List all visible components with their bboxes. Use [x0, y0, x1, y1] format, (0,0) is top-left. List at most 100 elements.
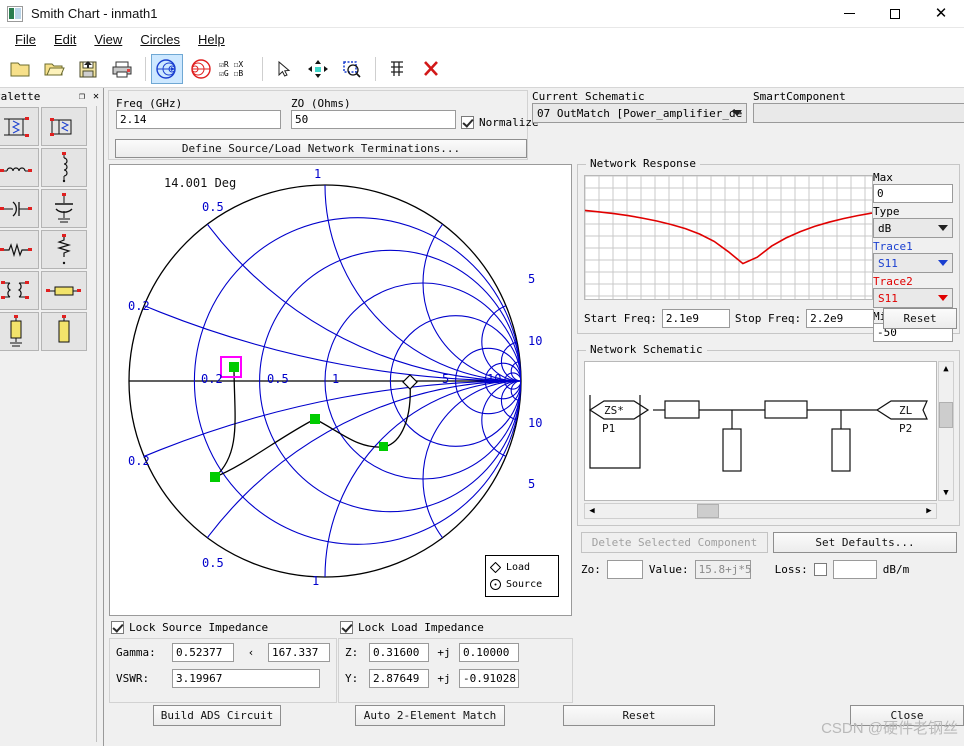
- gamma-angle-input[interactable]: 167.337: [268, 642, 330, 662]
- vswr-input[interactable]: 3.19967: [172, 668, 320, 688]
- maximize-button[interactable]: [872, 0, 918, 28]
- impedance-chart-button[interactable]: [151, 53, 183, 84]
- normalize-group[interactable]: Normalize: [461, 116, 539, 129]
- freq-input[interactable]: 2.14: [116, 110, 281, 129]
- trajectory-marker[interactable]: [310, 414, 320, 424]
- svg-text:0.2: 0.2: [201, 372, 223, 386]
- type-select[interactable]: dB: [873, 218, 953, 238]
- palette-item-series-transmission-line[interactable]: [41, 271, 87, 310]
- palette-item-shunt-stub-open[interactable]: [41, 312, 87, 351]
- y-imag-input[interactable]: -0.91028: [459, 668, 519, 688]
- loss-input[interactable]: [832, 560, 877, 579]
- y-real-input[interactable]: 2.87649: [369, 668, 429, 688]
- lock-source-impedance-toggle[interactable]: Lock Source Impedance: [111, 621, 268, 634]
- max-input[interactable]: 0: [873, 184, 953, 203]
- smart-component-select[interactable]: [753, 103, 964, 123]
- stop-freq-input[interactable]: 2.2e9: [806, 309, 875, 328]
- define-terminations-button[interactable]: Define Source/Load Network Terminations.…: [115, 139, 527, 158]
- admittance-chart-button[interactable]: [185, 54, 217, 84]
- scroll-down-icon[interactable]: ▼: [939, 486, 953, 500]
- save-button[interactable]: [72, 54, 104, 84]
- smith-chart-canvas[interactable]: 14.001 Deg 1 1 0.5 0.5 0.2 0.2 0.2 0.5 1…: [109, 164, 572, 616]
- delete-tool-button[interactable]: [415, 54, 447, 84]
- menu-file[interactable]: File: [6, 30, 45, 49]
- admittance-smith-chart-icon: [191, 58, 211, 79]
- palette-item-series-resistor-box[interactable]: [0, 107, 39, 146]
- pan-tool-button[interactable]: [302, 54, 334, 84]
- maximize-icon: [890, 8, 900, 19]
- svg-text:0.5: 0.5: [267, 372, 289, 386]
- trajectory-marker[interactable]: [379, 442, 388, 451]
- palette-item-series-capacitor[interactable]: [0, 189, 39, 228]
- z0-input[interactable]: 50: [291, 110, 456, 129]
- delete-selected-component-button[interactable]: Delete Selected Component: [581, 532, 768, 553]
- svg-text:1: 1: [314, 167, 321, 181]
- rxgb-row-gb[interactable]: ☑G ☐B: [219, 69, 257, 78]
- scroll-left-icon[interactable]: ◀: [585, 504, 599, 518]
- grid-tool-button[interactable]: [381, 54, 413, 84]
- horizontal-scroll-thumb[interactable]: [697, 504, 719, 518]
- palette-item-shunt-resistor-box[interactable]: [41, 107, 87, 146]
- chevron-down-icon: [938, 225, 948, 231]
- select-tool-button[interactable]: [268, 54, 300, 84]
- menu-edit[interactable]: Edit: [45, 30, 85, 49]
- build-ads-circuit-button[interactable]: Build ADS Circuit: [153, 705, 281, 726]
- z-real-input[interactable]: 0.31600: [369, 642, 429, 662]
- lock-load-impedance-toggle[interactable]: Lock Load Impedance: [340, 621, 484, 634]
- palette-item-series-resistor-zigzag[interactable]: [0, 230, 39, 269]
- scroll-right-icon[interactable]: ▶: [922, 504, 936, 518]
- close-window-button[interactable]: ✕: [918, 0, 964, 28]
- menu-help[interactable]: Help: [189, 30, 234, 49]
- scroll-up-icon[interactable]: ▲: [939, 362, 953, 376]
- menu-circles[interactable]: Circles: [131, 30, 189, 49]
- palette-item-shunt-capacitor[interactable]: [41, 189, 87, 228]
- palette-close-button[interactable]: ✕: [89, 89, 103, 103]
- menu-view[interactable]: View: [85, 30, 131, 49]
- normalize-label: Normalize: [479, 116, 539, 129]
- trajectory-marker[interactable]: [210, 472, 220, 482]
- series-capacitor-icon: [0, 200, 32, 217]
- print-button[interactable]: [106, 54, 138, 84]
- zoom-tool-button[interactable]: [336, 54, 368, 84]
- normalize-checkbox[interactable]: [461, 116, 474, 129]
- footer-reset-button[interactable]: Reset: [563, 705, 715, 726]
- gamma-magnitude-input[interactable]: 0.52377: [172, 642, 234, 662]
- palette-panel: Palette ❐ ✕: [0, 88, 104, 746]
- network-schematic-canvas[interactable]: ZS* P1 ZL P2: [584, 361, 937, 501]
- vertical-scroll-thumb[interactable]: [939, 402, 953, 428]
- response-reset-button[interactable]: Reset: [883, 308, 958, 329]
- palette-item-shunt-inductor[interactable]: [41, 148, 87, 187]
- trace2-select[interactable]: S11: [873, 288, 953, 308]
- zoom-region-icon: [343, 60, 361, 78]
- component-value-input[interactable]: 15.8+j*5: [694, 560, 752, 579]
- network-response-plot[interactable]: [584, 175, 873, 300]
- open-file-button[interactable]: [38, 54, 70, 84]
- lock-source-checkbox[interactable]: [111, 621, 124, 634]
- schematic-horizontal-scrollbar[interactable]: ◀ ▶: [584, 503, 937, 519]
- lock-load-checkbox[interactable]: [340, 621, 353, 634]
- zo-input[interactable]: [606, 560, 643, 579]
- auto-2-element-match-button[interactable]: Auto 2-Element Match: [355, 705, 505, 726]
- palette-item-shunt-resistor-zigzag[interactable]: [41, 230, 87, 269]
- current-schematic-select[interactable]: 07 OutMatch [Power_amplifier_de: [532, 103, 747, 123]
- palette-item-shunt-stub-shorted[interactable]: [0, 312, 39, 351]
- menu-edit-label: Edit: [53, 31, 77, 47]
- set-defaults-button[interactable]: Set Defaults...: [773, 532, 957, 553]
- z-imag-input[interactable]: 0.10000: [459, 642, 519, 662]
- rxgb-row-rx[interactable]: ☑R ☐X: [219, 60, 257, 69]
- trajectory-marker[interactable]: [229, 362, 239, 372]
- loss-checkbox[interactable]: [813, 563, 827, 576]
- trace2-s11-line: [585, 209, 872, 265]
- minimize-button[interactable]: [826, 0, 872, 28]
- new-file-button[interactable]: [4, 54, 36, 84]
- start-freq-input[interactable]: 2.1e9: [661, 309, 730, 328]
- open-folder-icon: [44, 63, 65, 75]
- palette-item-series-inductor[interactable]: [0, 148, 39, 187]
- rxgb-toggle-group[interactable]: ☑R ☐X ☑G ☐B: [219, 60, 257, 78]
- shunt-stub-shorted-icon: [10, 314, 22, 346]
- schematic-vertical-scrollbar[interactable]: ▲ ▼: [938, 361, 954, 501]
- palette-float-button[interactable]: ❐: [75, 89, 89, 103]
- trace1-select[interactable]: S11: [873, 253, 953, 273]
- palette-item-transformer[interactable]: [0, 271, 39, 310]
- close-icon: ✕: [934, 5, 948, 22]
